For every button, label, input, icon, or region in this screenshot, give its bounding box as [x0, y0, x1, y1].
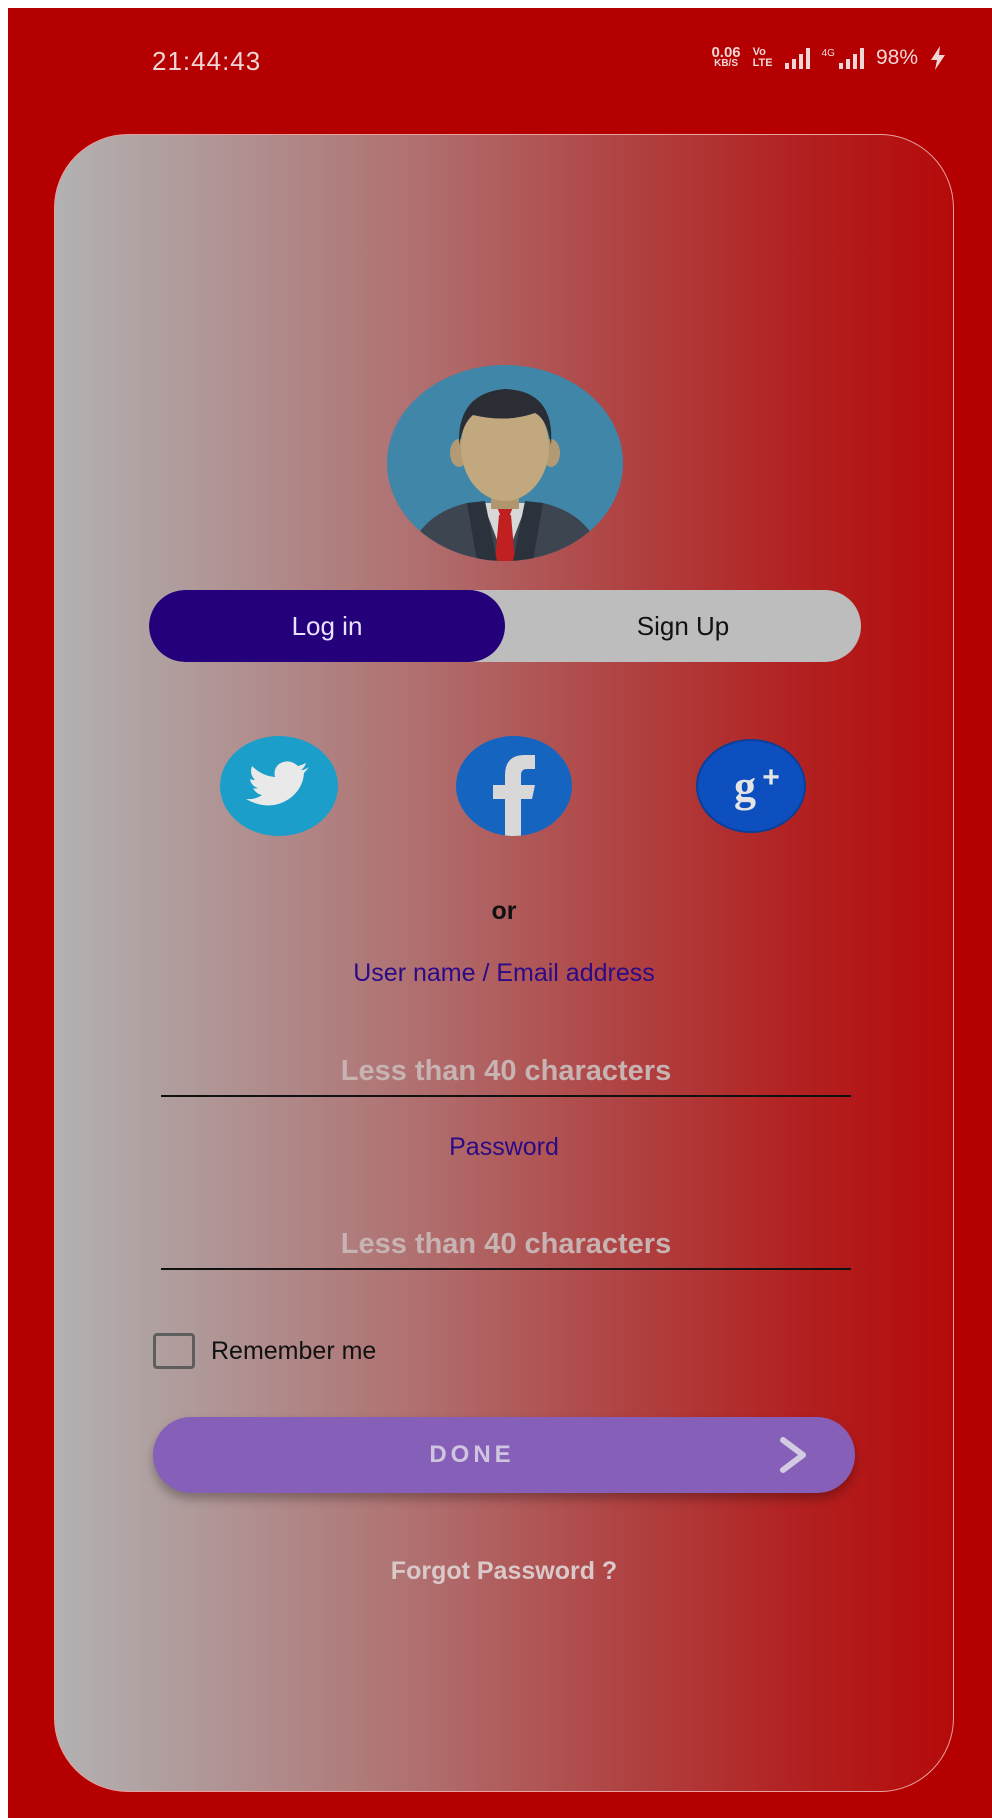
twitter-login-button[interactable] [219, 735, 339, 837]
svg-text:+: + [762, 761, 780, 794]
battery-level: 98% [875, 46, 918, 69]
done-button-label: DONE [429, 1441, 515, 1468]
auth-tab-switch: Log in Sign Up [149, 590, 861, 662]
status-icons: 0.06 KB/S Vo LTE 4G 98% [711, 44, 946, 70]
google-plus-icon: g + [696, 739, 806, 833]
remember-me-label: Remember me [211, 1336, 377, 1365]
signal-4g-icon: 4G [822, 47, 864, 69]
username-label: User name / Email address [353, 959, 655, 987]
volte-bottom: LTE [752, 57, 773, 69]
status-bar: 21:44:43 0.06 KB/S Vo LTE 4G 98% [8, 8, 992, 108]
network-speed-unit: KB/S [714, 58, 738, 69]
facebook-login-button[interactable] [455, 735, 573, 837]
google-plus-login-button[interactable]: g + [695, 735, 807, 835]
login-card: Log in Sign Up g + or User name / Email … [54, 134, 954, 1792]
volte-icon: Vo LTE [753, 47, 773, 69]
signal-icon [784, 47, 810, 69]
status-time: 21:44:43 [152, 46, 262, 76]
done-button[interactable]: DONE [153, 1417, 855, 1493]
app-screen: 21:44:43 0.06 KB/S Vo LTE 4G 98% Log in … [8, 8, 992, 1818]
chevron-right-icon [780, 1437, 806, 1473]
twitter-icon [220, 736, 338, 836]
network-type: 4G [821, 48, 835, 59]
tab-login[interactable]: Log in [149, 590, 505, 662]
forgot-password-link[interactable]: Forgot Password ? [55, 1557, 953, 1586]
remember-me[interactable]: Remember me [153, 1333, 376, 1369]
user-avatar-icon [387, 365, 623, 561]
svg-text:g: g [734, 762, 756, 811]
username-input[interactable] [161, 1047, 851, 1097]
facebook-icon [456, 736, 572, 836]
or-divider: or [491, 897, 517, 925]
remember-me-checkbox[interactable] [153, 1333, 195, 1369]
network-speed-value: 0.06 [711, 44, 741, 61]
password-label: Password [449, 1133, 559, 1161]
password-input[interactable] [161, 1220, 851, 1270]
tab-signup[interactable]: Sign Up [505, 590, 861, 662]
charging-bolt-icon [931, 46, 945, 70]
network-speed: 0.06 KB/S [711, 44, 741, 69]
